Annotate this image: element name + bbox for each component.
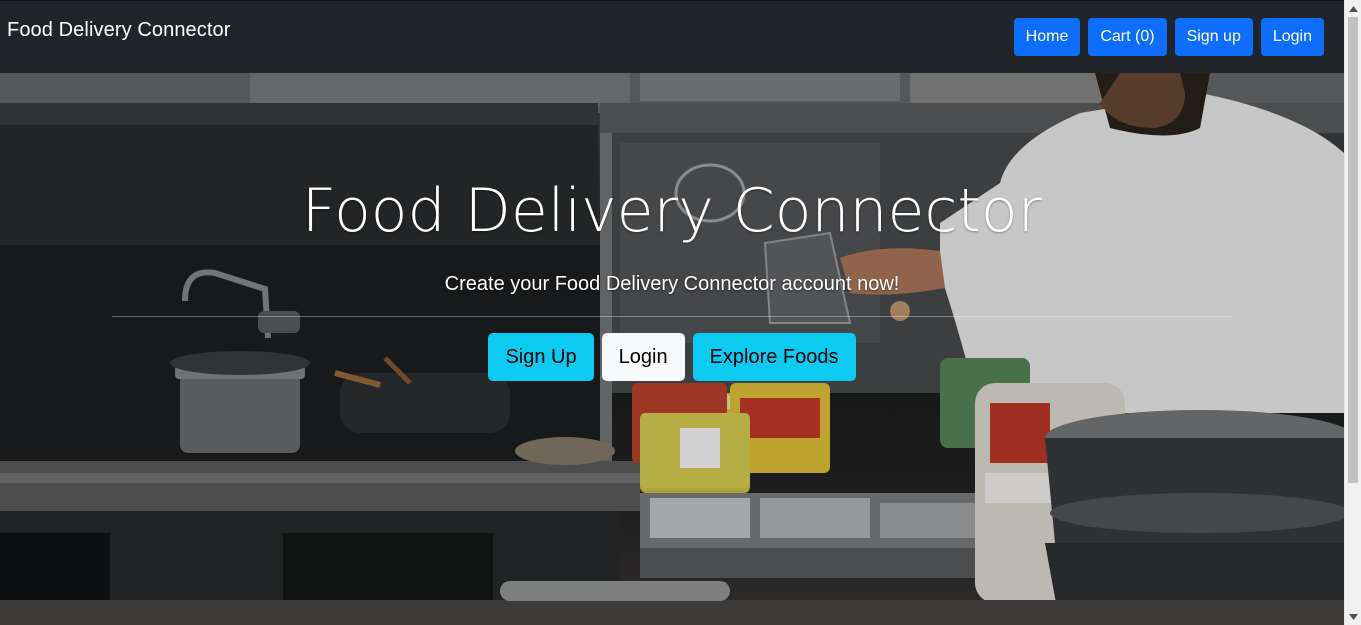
navbar-brand[interactable]: Food Delivery Connector [7, 19, 231, 42]
page: Food Delivery Connector Home Cart (0) Si… [0, 0, 1344, 625]
hero-buttons: Sign Up Login Explore Foods [112, 333, 1232, 381]
nav-home-button[interactable]: Home [1013, 18, 1081, 56]
vertical-scrollbar[interactable] [1344, 0, 1361, 625]
nav-signup-button[interactable]: Sign up [1174, 18, 1253, 56]
hero-divider [112, 316, 1232, 317]
hero-subtitle: Create your Food Delivery Connector acco… [444, 273, 900, 295]
browser-viewport: Food Delivery Connector Home Cart (0) Si… [0, 0, 1361, 625]
hero-content: Food Delivery Connector Create your Food… [112, 73, 1232, 625]
scrollbar-thumb[interactable] [1348, 17, 1358, 483]
nav-cart-button[interactable]: Cart (0) [1088, 18, 1167, 56]
chevron-up-icon[interactable] [1345, 0, 1361, 17]
navbar-buttons: Home Cart (0) Sign up Login [1013, 18, 1324, 56]
nav-login-button[interactable]: Login [1260, 18, 1324, 56]
chevron-down-icon[interactable] [1345, 608, 1361, 625]
hero-section: Food Delivery Connector Create your Food… [0, 73, 1344, 625]
hero-explore-foods-button[interactable]: Explore Foods [692, 333, 856, 381]
navbar: Food Delivery Connector Home Cart (0) Si… [0, 0, 1344, 73]
hero-title: Food Delivery Connector [301, 176, 1043, 246]
hero-signup-button[interactable]: Sign Up [488, 333, 594, 381]
hero-login-button[interactable]: Login [601, 333, 685, 381]
